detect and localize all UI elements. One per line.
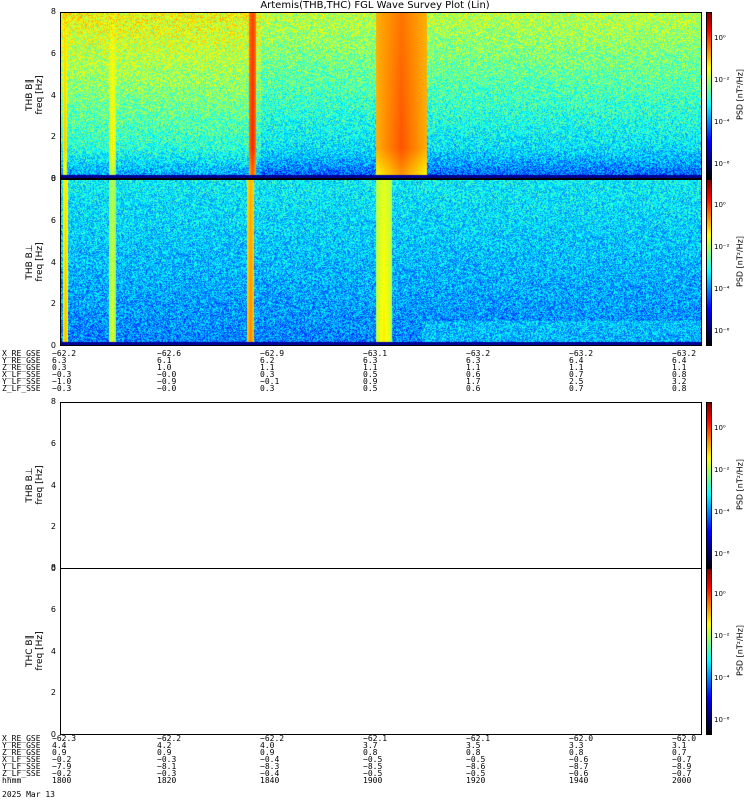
ephemeris-value: 1840: [260, 776, 280, 785]
colorbar-4: [706, 568, 712, 735]
colorbar-tick-label: 10⁰: [714, 201, 726, 209]
y-axis-label: THC B∥: [25, 634, 35, 667]
ephemeris-value: 1900: [363, 776, 383, 785]
colorbar-tick-label: 10⁻²: [714, 466, 730, 474]
colorbar-tick-label: 10⁻⁶: [714, 327, 730, 335]
y-tick-label: 4: [50, 90, 56, 100]
colorbar-tick-label: 10⁻²: [714, 76, 730, 84]
colorbar-label: PSD [nT²/Hz]: [735, 68, 745, 120]
spectrogram-image-2: [61, 180, 701, 345]
colorbar-tick-label: 10⁻²: [714, 632, 730, 640]
y-tick-label: 4: [50, 480, 56, 490]
colorbar-1: [706, 12, 712, 179]
y-tick-label: 2: [50, 132, 56, 142]
ephemeris-bottom: X_RE_GSE −62.3 −62.2 −62.2 −62.1 −62.1 −62.0 −6…: [0, 735, 750, 785]
colorbar-tick-label: 10⁻⁴: [714, 508, 730, 516]
ephemeris-row: hhmm 1800 1820 1840 1900 1920 1940 2000: [0, 776, 750, 785]
colorbar-tick-label: 10⁻⁶: [714, 550, 730, 558]
spectrogram-panel-3: [60, 402, 702, 569]
y-tick-label: 2: [50, 522, 56, 532]
y-tick-label: 6: [50, 48, 56, 58]
y-axis-label: THB B⊥: [25, 466, 35, 503]
ephemeris-value: 1800: [52, 776, 72, 785]
ephemeris-value: −0.0: [157, 384, 177, 393]
ephemeris-value: 0.8: [672, 384, 687, 393]
y-tick-label: 6: [50, 215, 56, 225]
y-tick-label: 2: [50, 299, 56, 309]
y-tick-label: 8: [50, 397, 56, 406]
ephemeris-value: 0.6: [466, 384, 481, 393]
ephemeris-value: 1820: [157, 776, 177, 785]
ephemeris-value: −0.3: [52, 384, 72, 393]
date-label: 2025 Mar 13: [2, 790, 55, 799]
spectrogram-panel-1: [60, 12, 702, 179]
ephemeris-top: X_RE_GSE −62.2 −62.6 −62.9 −63.1 −63.2 −63.2 −6…: [0, 350, 750, 393]
spectrogram-panel-4: [60, 568, 702, 735]
colorbar-2: [706, 179, 712, 346]
y-axis-label: THB B∥: [25, 78, 35, 111]
spectrogram-image-1: [61, 13, 701, 178]
ephemeris-value: 2000: [672, 776, 692, 785]
colorbar-tick-label: 10⁰: [714, 590, 726, 598]
ephemeris-value: 1940: [569, 776, 589, 785]
colorbar-tick-label: 10⁰: [714, 34, 726, 42]
y-tick-label: 4: [50, 646, 56, 656]
colorbar-tick-label: 10⁻⁶: [714, 716, 730, 724]
y-tick-label: 4: [50, 257, 56, 267]
y-tick-label: 8: [50, 7, 56, 16]
ephemeris-row: Z_LF_SSE −0.3 −0.0 0.3 0.5 0.6 0.7 0.8: [0, 384, 750, 393]
colorbar-label: PSD [nT²/Hz]: [735, 458, 745, 510]
colorbar-label: PSD [nT²/Hz]: [735, 624, 745, 676]
colorbar-tick-label: 10⁻⁴: [714, 285, 730, 293]
y-tick-label: 8: [50, 563, 56, 572]
colorbar-tick-label: 10⁻⁴: [714, 674, 730, 682]
y-tick-label: 6: [50, 604, 56, 614]
y-tick-label: 2: [50, 688, 56, 698]
y-axis-label: THB B⊥: [25, 243, 35, 280]
ephemeris-value: 0.5: [363, 384, 378, 393]
colorbar-tick-label: 10⁰: [714, 424, 726, 432]
date-row: 2025 Mar 13: [0, 790, 750, 799]
y-tick-label: 6: [50, 438, 56, 448]
colorbar-tick-label: 10⁻⁶: [714, 160, 730, 168]
ephemeris-value: 0.3: [260, 384, 275, 393]
colorbar-tick-label: 10⁻²: [714, 243, 730, 251]
spectrogram-panel-2: [60, 179, 702, 346]
ephemeris-label: hhmm: [2, 776, 22, 785]
ephemeris-value: 0.7: [569, 384, 584, 393]
ephemeris-label: Z_LF_SSE: [2, 384, 41, 393]
colorbar-3: [706, 402, 712, 569]
y-tick-label: 8: [50, 174, 56, 183]
chart-title: Artemis(THB,THC) FGL Wave Survey Plot (L…: [260, 0, 490, 11]
colorbar-label: PSD [nT²/Hz]: [735, 235, 745, 287]
ephemeris-value: 1920: [466, 776, 486, 785]
colorbar-tick-label: 10⁻⁴: [714, 118, 730, 126]
